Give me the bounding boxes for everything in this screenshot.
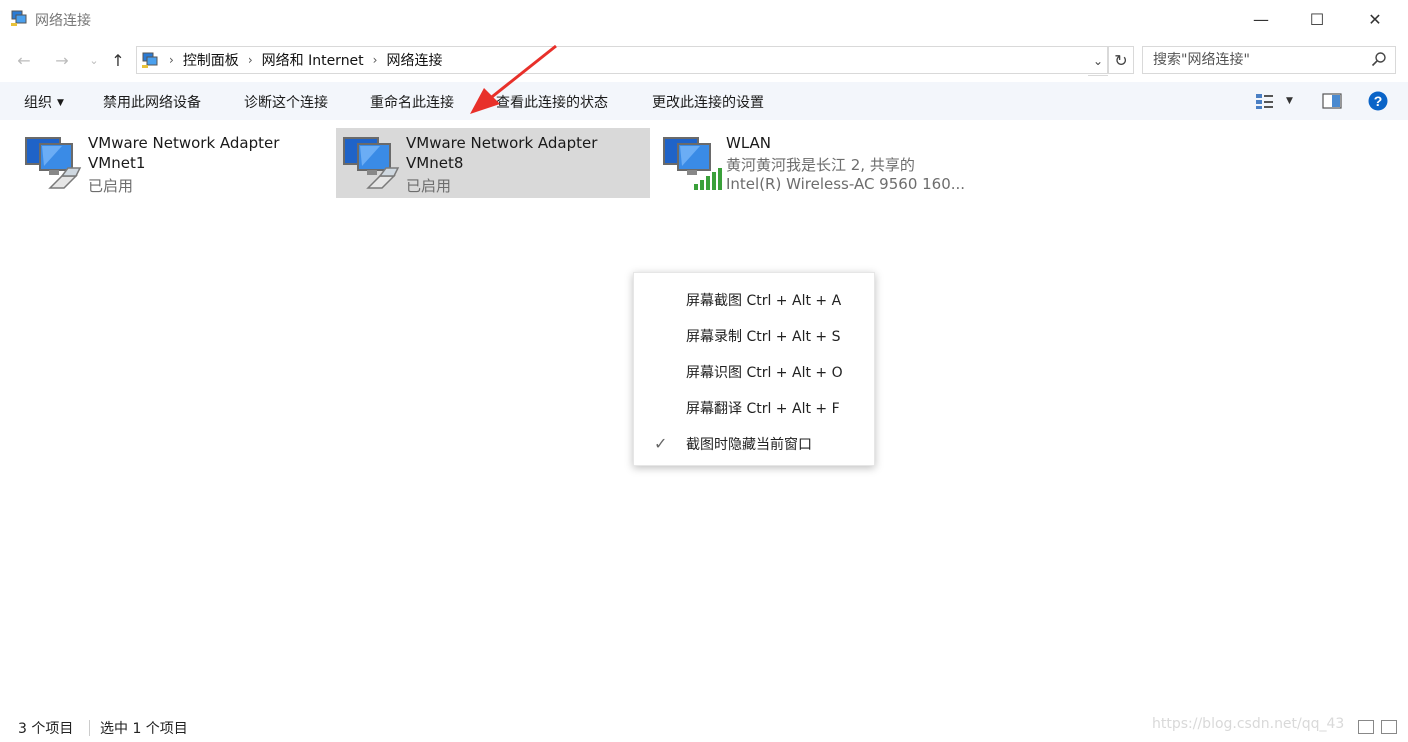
refresh-button[interactable]: ↻ [1108,46,1134,74]
disable-device-button[interactable]: 禁用此网络设备 [103,92,201,112]
breadcrumb-network-internet[interactable]: 网络和 Internet [262,50,364,70]
menu-item-screenshot[interactable]: 屏幕截图 Ctrl + Alt + A [634,281,874,317]
menu-item-screen-record[interactable]: 屏幕录制 Ctrl + Alt + S [634,317,874,353]
window-title: 网络连接 [35,13,91,29]
rename-connection-button[interactable]: 重命名此连接 [370,92,454,112]
connection-item-wlan[interactable]: WLAN 黄河黄河我是长江 2, 共享的 Intel(R) Wireless-A… [656,128,976,198]
connection-item-vmnet1[interactable]: VMware Network Adapter VMnet1 已启用 [18,128,328,198]
status-bar: 3 个项目 选中 1 个项目 https://blog.csdn.net/qq_… [0,712,1408,742]
watermark-text: https://blog.csdn.net/qq_43 [1152,716,1345,732]
connection-name: VMware Network Adapter [406,134,598,152]
wireless-adapter-icon [663,137,722,190]
diagnose-connection-button[interactable]: 诊断这个连接 [244,92,328,112]
checkmark-icon: ✓ [654,434,668,453]
title-bar: 网络连接 — ☐ ✕ [0,0,1408,38]
menu-item-label: 截图时隐藏当前窗口 [686,437,812,453]
forward-button[interactable]: → [50,48,74,72]
search-box[interactable] [1142,46,1396,74]
connection-device: VMnet1 [88,154,146,172]
chevron-down-icon: ⌄ [1092,54,1104,68]
up-button[interactable]: ↑ [106,48,130,72]
breadcrumb-control-panel[interactable]: 控制面板 [183,50,239,70]
connection-status: 已启用 [406,177,452,195]
menu-item-label: 屏幕识图 Ctrl + Alt + O [686,365,843,381]
maximize-icon: ☐ [1309,9,1325,29]
breadcrumb-separator[interactable]: › [248,53,253,67]
network-connections-window: 网络连接 — ☐ ✕ ← → ⌄ ↑ › 控制面板 › 网络和 Internet… [0,0,1408,742]
control-panel-icon [142,52,158,68]
connection-status: 已启用 [88,177,134,195]
change-settings-button[interactable]: 更改此连接的设置 [652,92,764,112]
address-bar[interactable]: › 控制面板 › 网络和 Internet › 网络连接 [136,46,1108,74]
organize-label: 组织 [24,95,52,111]
breadcrumb-separator: › [169,53,174,67]
back-button[interactable]: ← [12,48,36,72]
navigation-bar: ← → ⌄ ↑ › 控制面板 › 网络和 Internet › 网络连接 ⌄ ↻ [0,40,1408,80]
change-view-icon[interactable] [1255,92,1275,110]
menu-item-screen-recognize[interactable]: 屏幕识图 Ctrl + Alt + O [634,353,874,389]
back-arrow-icon: ← [17,50,31,70]
address-history-dropdown[interactable]: ⌄ [1088,46,1108,76]
chevron-down-icon: ⌄ [89,53,99,67]
selection-count: 选中 1 个项目 [100,721,188,737]
breadcrumb-separator[interactable]: › [373,53,378,67]
item-count: 3 个项目 [18,721,74,737]
refresh-icon: ↻ [1114,50,1128,70]
organize-menu-button[interactable]: 组织 ▼ [24,92,64,112]
svg-text:?: ? [1374,93,1383,109]
forward-arrow-icon: → [55,50,69,70]
menu-item-label: 屏幕录制 Ctrl + Alt + S [686,329,841,345]
caret-down-icon: ▼ [57,98,64,108]
breadcrumb-network-connections[interactable]: 网络连接 [386,50,442,70]
view-options-caret-icon[interactable]: ▼ [1286,96,1293,106]
close-button[interactable]: ✕ [1352,0,1398,38]
command-bar: 组织 ▼ 禁用此网络设备 诊断这个连接 重命名此连接 查看此连接的状态 更改此连接… [0,82,1408,120]
up-arrow-icon: ↑ [111,50,125,70]
connection-adapter: Intel(R) Wireless-AC 9560 160... [726,175,966,193]
connection-name: VMware Network Adapter [88,134,280,152]
network-connections-icon [11,10,27,26]
menu-item-screen-translate[interactable]: 屏幕翻译 Ctrl + Alt + F [634,389,874,425]
context-menu: 屏幕截图 Ctrl + Alt + A 屏幕录制 Ctrl + Alt + S … [633,272,875,466]
large-icons-view-icon[interactable] [1381,720,1397,734]
search-input[interactable] [1151,51,1365,69]
connection-name: WLAN [726,134,772,152]
ethernet-adapter-icon [25,137,82,189]
view-status-button[interactable]: 查看此连接的状态 [496,92,608,112]
menu-item-hide-window[interactable]: ✓ 截图时隐藏当前窗口 [634,425,874,461]
recent-locations-button[interactable]: ⌄ [82,48,106,72]
minimize-icon: — [1253,9,1269,29]
search-icon [1371,52,1386,67]
connection-device: VMnet8 [406,154,464,172]
status-divider [89,720,90,736]
close-icon: ✕ [1368,9,1382,29]
help-icon[interactable]: ? [1368,91,1388,111]
minimize-button[interactable]: — [1238,0,1284,38]
details-view-icon[interactable] [1358,720,1374,734]
preview-pane-icon[interactable] [1322,92,1342,110]
connection-network: 黄河黄河我是长江 2, 共享的 [726,156,915,174]
menu-item-label: 屏幕翻译 Ctrl + Alt + F [686,401,840,417]
ethernet-adapter-icon [343,137,400,189]
menu-item-label: 屏幕截图 Ctrl + Alt + A [686,293,842,309]
maximize-button[interactable]: ☐ [1294,0,1340,38]
connection-item-vmnet8[interactable]: VMware Network Adapter VMnet8 已启用 [336,128,650,198]
